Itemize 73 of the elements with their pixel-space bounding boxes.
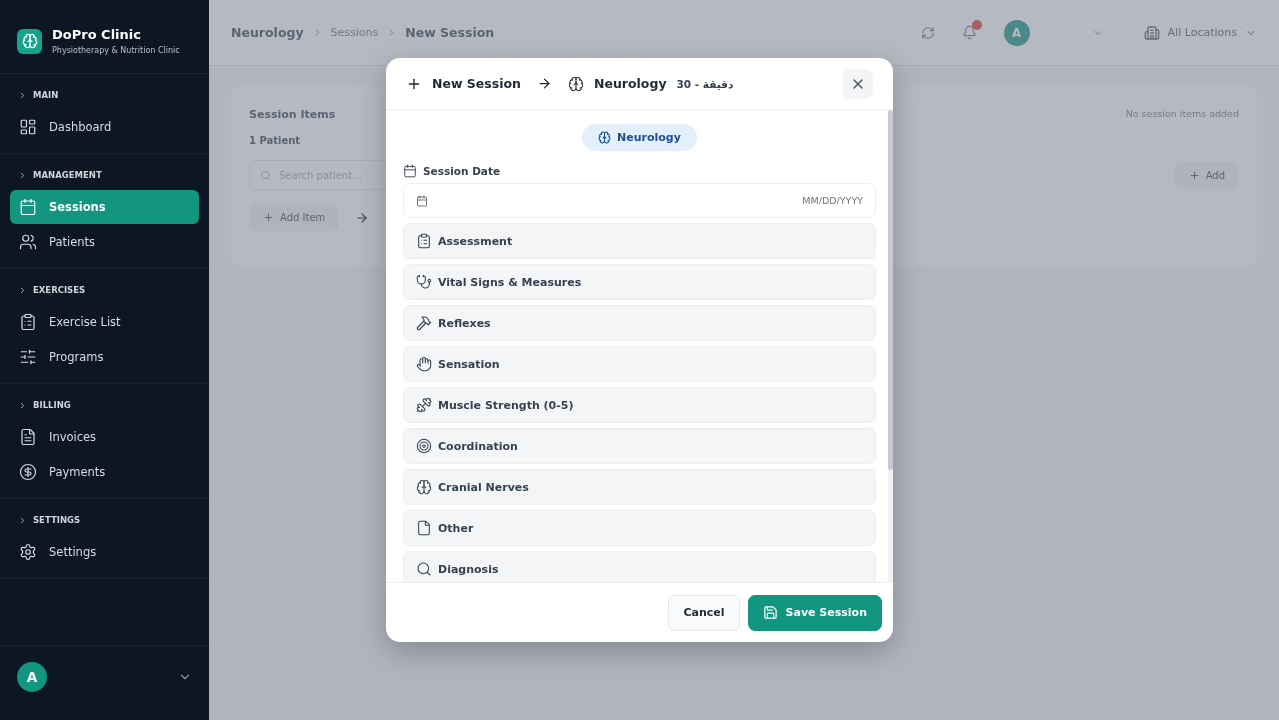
section-title: EXERCISES [33,285,86,295]
brain-logo-icon [17,28,42,54]
section-title: SETTINGS [33,515,81,525]
nav-item[interactable]: Settings [10,535,199,569]
specialty-title: Neurology [594,76,667,91]
chevron-right-icon[interactable] [18,90,27,100]
search-icon [260,169,271,181]
brain-icon [598,131,612,144]
calendar-icon [403,164,417,178]
chevron-right-icon[interactable] [18,515,27,525]
section-item[interactable]: Other [403,510,876,546]
nav-item[interactable]: Patients [10,225,199,259]
nav-item[interactable]: Payments [10,455,199,489]
section-item[interactable]: Diagnosis [403,551,876,582]
nav-item[interactable]: Invoices [10,420,199,454]
specialty-chip: Neurology [582,124,697,151]
dashboard-icon [19,118,37,136]
section-item[interactable]: Muscle Strength (0-5) [403,387,876,423]
duration-text: 30 - دقيقة [676,77,734,90]
nav-item[interactable]: Exercise List [10,305,199,339]
brand-name: DoPro Clinic [52,27,142,42]
field-label: Session Date [423,165,501,177]
chevron-right-icon[interactable] [18,170,27,180]
target-icon [416,438,432,454]
settings-icon [19,543,37,561]
patient-label: 1 Patient [249,135,301,146]
brain-icon [416,479,432,495]
building-icon [1143,24,1160,41]
clipboard-icon [416,233,432,249]
document-icon [19,428,37,446]
file-icon [416,520,432,536]
dialog-title: New Session [432,76,521,91]
nav-item[interactable]: Dashboard [10,110,199,144]
section-item[interactable]: Coordination [403,428,876,464]
hand-icon [416,356,432,372]
arrow-right-icon [537,76,552,91]
section-title: MANAGEMENT [33,170,102,180]
section-title: MAIN [33,90,59,100]
section-title: BILLING [33,400,71,410]
nav-item[interactable]: Sessions [10,190,199,224]
plus-icon [263,212,274,223]
sliders-icon [19,348,37,366]
bell-icon [961,25,977,40]
calendar-icon [19,198,37,216]
users-icon [19,233,37,251]
coin-icon [19,463,37,481]
section-item[interactable]: Cranial Nerves [403,469,876,505]
hammer-icon [416,315,432,331]
section-item[interactable]: Assessment [403,223,876,259]
section-item[interactable]: Vital Signs & Measures [403,264,876,300]
scrollbar[interactable] [888,110,893,582]
section-item[interactable]: Sensation [403,346,876,382]
stethoscope-icon [416,274,432,290]
cancel-button[interactable]: Cancel [668,594,740,631]
empty-note: No session items added [1125,108,1239,119]
save-icon [762,605,778,620]
nav-item[interactable]: Programs [10,340,199,374]
chevron-right-icon[interactable] [18,285,27,295]
section-item[interactable]: Reflexes [403,305,876,341]
date-field[interactable]: MM/DD/YYYY [403,183,876,218]
save-button[interactable]: Save Session [747,594,882,631]
chevron-right-icon[interactable] [18,400,27,410]
dumbbell-icon [416,397,432,413]
user-avatar[interactable]: A [17,662,47,692]
card-title: Session Items [249,108,336,121]
brain-icon [568,75,584,92]
brand-subtitle: Physiotherapy & Nutrition Clinic [52,46,180,55]
arrow-right-icon [355,210,370,225]
notification-dot [971,20,982,30]
clipboard-icon [19,313,37,331]
search-icon [416,561,432,577]
plus-icon [1188,169,1200,181]
calendar-icon [416,194,428,207]
